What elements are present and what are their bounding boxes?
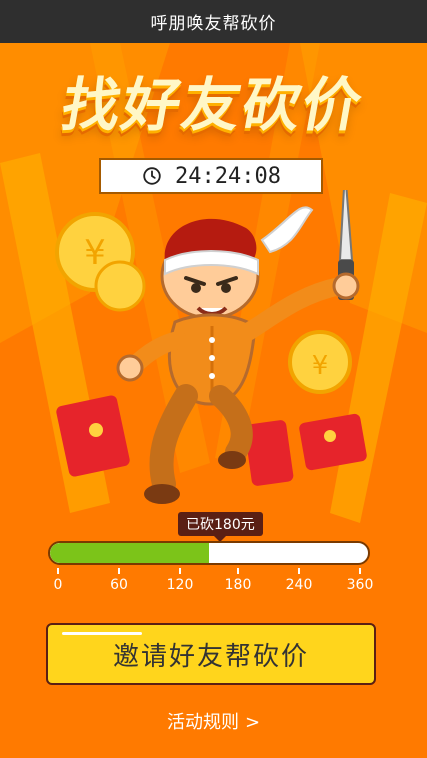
- illustration-scene: ¥ ¥: [0, 169, 427, 520]
- chevron-right-icon: >: [244, 712, 261, 733]
- topbar-title: 呼朋唤友帮砍价: [150, 14, 277, 34]
- tick-label-120: 120: [166, 577, 194, 593]
- progress-ticks: 0 60 120 180 240 360: [48, 568, 373, 598]
- progress-badge: 已砍180元: [178, 512, 263, 542]
- progress-fill: [50, 543, 209, 563]
- tick-mark-240: [298, 568, 300, 574]
- clock-icon: [143, 167, 161, 185]
- coin-icon-2: [94, 260, 146, 312]
- chopping-character-illustration: ¥ ¥: [55, 169, 367, 504]
- app-root: 呼朋唤友帮砍价 找好友砍价 24:24:08 ¥ ¥ 已砍180元 0 60 1…: [0, 0, 427, 758]
- tick-mark-120: [179, 568, 181, 574]
- tick-label-180: 180: [224, 577, 252, 593]
- progress-bar: [48, 541, 370, 565]
- tick-label-0: 0: [53, 577, 63, 593]
- tick-label-240: 240: [285, 577, 313, 593]
- svg-text:¥: ¥: [84, 233, 106, 273]
- tick-mark-360: [359, 568, 361, 574]
- top-bar: 呼朋唤友帮砍价: [0, 0, 427, 43]
- tick-mark-180: [237, 568, 239, 574]
- tick-label-60: 60: [110, 577, 128, 593]
- coin-icon-3: ¥: [288, 330, 352, 394]
- invite-friends-label: 邀请好友帮砍价: [112, 641, 309, 672]
- countdown-value: 24:24:08: [175, 163, 281, 189]
- tick-label-360: 360: [346, 577, 374, 593]
- red-envelope-icon-3: [299, 413, 367, 471]
- activity-rules-label: 活动规则: [166, 712, 239, 733]
- hero-title: 找好友砍价: [56, 71, 369, 139]
- countdown-timer: 24:24:08: [99, 158, 323, 194]
- activity-rules-link[interactable]: 活动规则 >: [0, 708, 427, 734]
- tick-mark-60: [118, 568, 120, 574]
- svg-text:¥: ¥: [312, 351, 329, 381]
- invite-friends-button[interactable]: 邀请好友帮砍价: [46, 623, 376, 685]
- red-envelope-icon: [56, 395, 130, 477]
- tick-mark-0: [57, 568, 59, 574]
